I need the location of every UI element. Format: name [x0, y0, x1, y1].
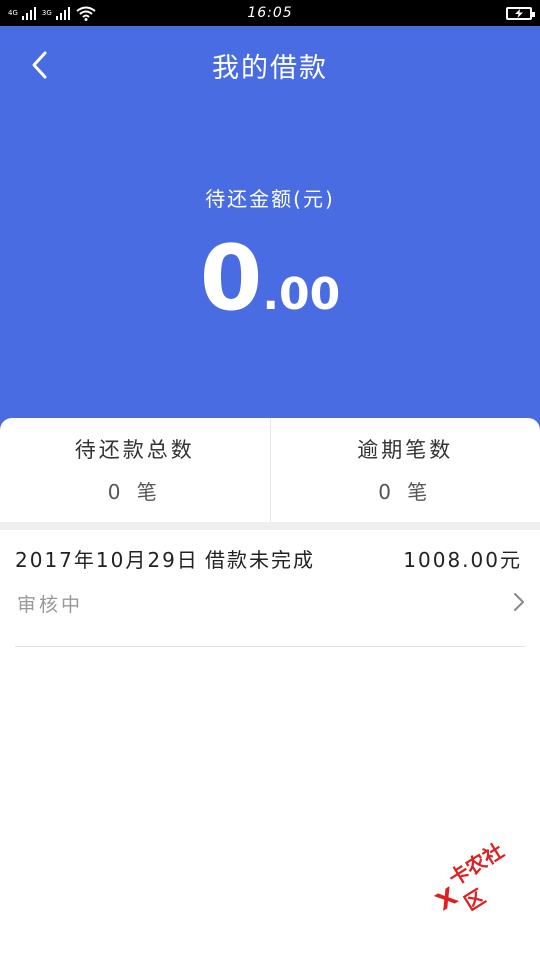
charging-bolt-icon	[515, 8, 523, 18]
watermark: 卡农社区	[421, 825, 540, 929]
stat-value: 0 笔	[378, 480, 433, 504]
amount-display: 0.00	[0, 234, 540, 324]
amount-decimal: .00	[262, 269, 341, 320]
record-review-status: 审核中	[17, 594, 84, 616]
stat-value: 0 笔	[107, 480, 162, 504]
section-divider	[0, 522, 540, 530]
stat-label: 逾期笔数	[357, 438, 454, 462]
loan-record-item[interactable]: 2017年10月29日 借款未完成 1008.00元 审核中	[15, 530, 525, 647]
stat-overdue[interactable]: 逾期笔数 0 笔	[269, 418, 540, 522]
stats-card: 待还款总数 0 笔 逾期笔数 0 笔	[0, 418, 540, 522]
loan-header: 我的借款 待还金额(元) 0.00	[0, 26, 540, 446]
record-status: 借款未完成	[205, 548, 315, 572]
clock: 16:05	[247, 5, 293, 21]
battery-icon	[506, 6, 535, 20]
record-amount: 1008.00元	[403, 548, 522, 572]
page-title: 我的借款	[212, 53, 328, 84]
status-bar: 4G 3G 16:05	[0, 0, 540, 26]
stat-total-pending[interactable]: 待还款总数 0 笔	[0, 418, 270, 522]
record-date: 2017年10月29日	[15, 548, 199, 572]
chevron-right-icon	[514, 593, 524, 611]
amount-label: 待还金额(元)	[205, 187, 335, 211]
stat-label: 待还款总数	[74, 438, 195, 462]
amount-integer: 0	[199, 226, 263, 331]
